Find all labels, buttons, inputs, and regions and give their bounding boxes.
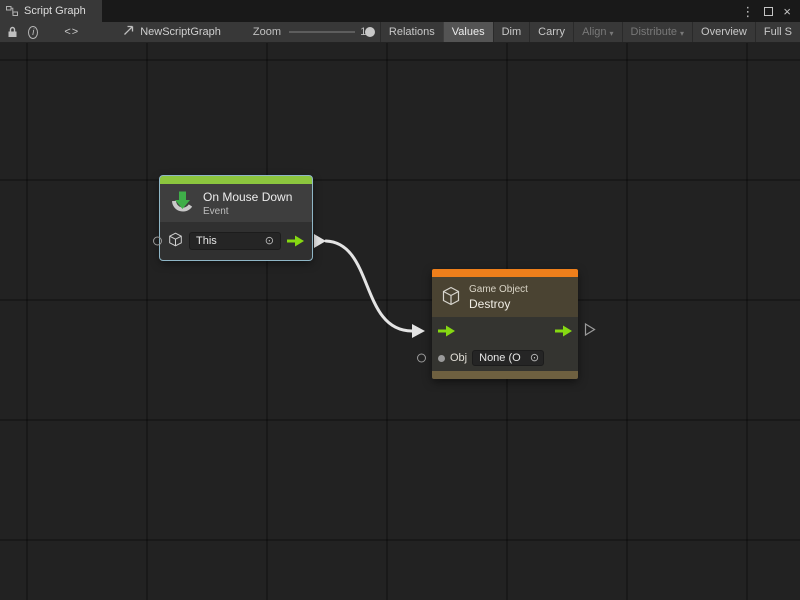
distribute-button[interactable]: Distribute ▾ [622, 22, 692, 43]
node-titles: On Mouse Down Event [203, 190, 292, 217]
carry-button[interactable]: Carry [529, 22, 573, 43]
node-on-mouse-down[interactable]: On Mouse Down Event This ⊙ [160, 176, 312, 260]
game-object-icon [168, 232, 183, 250]
zoom-label: Zoom [253, 26, 281, 38]
chevron-down-icon: ▾ [610, 29, 614, 38]
maximize-icon[interactable] [764, 7, 773, 16]
tab-title: Script Graph [24, 5, 86, 17]
toolbar-buttons: Relations Values Dim Carry Align ▾ Distr… [380, 22, 800, 43]
graph-breadcrumb[interactable]: NewScriptGraph [123, 25, 221, 39]
object-picker-icon[interactable]: ⊙ [530, 353, 539, 364]
node-destroy[interactable]: Game Object Destroy [432, 269, 578, 379]
node-subtitle: Event [203, 206, 292, 217]
window-menu-icon[interactable]: ⋮ [741, 5, 754, 18]
flow-continuation-port[interactable] [584, 323, 596, 340]
flow-output-port[interactable] [287, 235, 304, 247]
code-icon[interactable]: <> [64, 22, 79, 42]
chevron-down-icon: ▾ [680, 29, 684, 38]
target-field-value: This [196, 235, 217, 247]
object-picker-icon[interactable]: ⊙ [265, 236, 274, 247]
node-titles: Game Object Destroy [469, 284, 528, 311]
relations-button[interactable]: Relations [380, 22, 443, 43]
flow-input-port[interactable] [438, 325, 455, 337]
node-category: Game Object [469, 284, 528, 295]
overview-button[interactable]: Overview [692, 22, 755, 43]
unity-script-graph-window: Script Graph ⋮ × i <> NewScriptGraph Zoo… [0, 0, 800, 600]
target-field[interactable]: This ⊙ [189, 232, 281, 250]
mouse-down-event-icon [169, 189, 195, 218]
tab-script-graph[interactable]: Script Graph [0, 0, 102, 22]
node-header: Game Object Destroy [432, 277, 578, 317]
script-graph-icon [6, 5, 18, 17]
game-object-icon [441, 286, 461, 309]
value-port-dot [438, 355, 445, 362]
target-input-port[interactable] [153, 237, 162, 246]
close-icon[interactable]: × [783, 5, 791, 18]
node-accent-strip [432, 269, 578, 277]
fullscreen-button[interactable]: Full S [755, 22, 800, 43]
obj-input-port[interactable] [417, 354, 426, 363]
align-label: Align [582, 26, 606, 38]
node-body: Obj None (O ⊙ [432, 317, 578, 371]
obj-field-value: None (O [479, 352, 521, 364]
graph-canvas[interactable]: On Mouse Down Event This ⊙ [0, 43, 800, 600]
node-title: On Mouse Down [203, 190, 292, 204]
window-controls: ⋮ × [741, 0, 800, 22]
node-accent-strip [160, 176, 312, 184]
flow-output-port[interactable] [555, 325, 572, 337]
node-header: On Mouse Down Event [160, 184, 312, 222]
node-footer-strip [432, 371, 578, 379]
tab-bar: Script Graph ⋮ × [0, 0, 800, 22]
align-button[interactable]: Align ▾ [573, 22, 621, 43]
graph-toolbar: i <> NewScriptGraph Zoom 1x Relations Va… [0, 22, 800, 43]
lock-icon[interactable] [6, 22, 19, 42]
zoom-slider[interactable] [289, 26, 355, 38]
dim-button[interactable]: Dim [493, 22, 530, 43]
zoom-slider-handle[interactable] [365, 27, 375, 37]
node-body: This ⊙ [160, 222, 312, 260]
connection-wire[interactable] [0, 43, 800, 600]
info-icon[interactable]: i [28, 26, 38, 39]
node-title: Destroy [469, 297, 528, 311]
values-button[interactable]: Values [443, 22, 493, 43]
pointer-icon [123, 25, 134, 39]
zoom-slider-track [289, 31, 355, 33]
obj-field[interactable]: None (O ⊙ [472, 350, 544, 366]
distribute-label: Distribute [631, 26, 677, 38]
graph-name: NewScriptGraph [140, 26, 221, 38]
obj-label: Obj [450, 352, 467, 364]
